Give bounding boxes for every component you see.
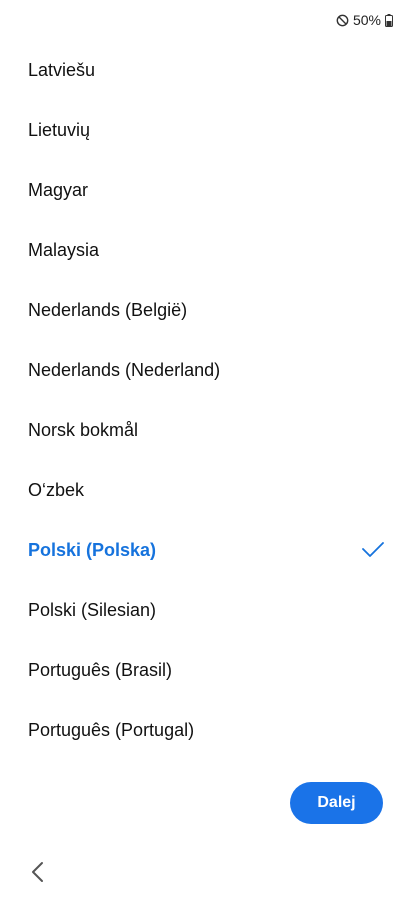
language-label: Nederlands (Nederland) [28,359,221,380]
language-item[interactable]: Magyar [0,160,415,220]
language-item[interactable]: Nederlands (Nederland) [0,340,415,400]
language-item[interactable]: Português (Brasil) [0,640,415,700]
language-label: Norsk bokmål [28,419,139,440]
language-list: Latviešu Lietuvių Magyar Malaysia Nederl… [0,40,415,760]
battery-icon [385,13,393,27]
do-not-disturb-icon [336,14,349,27]
language-item[interactable]: Norsk bokmål [0,400,415,460]
status-bar: 50% [0,0,415,38]
language-item[interactable]: O‘zbek [0,460,415,520]
language-item[interactable]: Português (Portugal) [0,700,415,760]
language-item[interactable]: Polski (Silesian) [0,580,415,640]
status-indicators: 50% [336,12,393,28]
language-label: Português (Brasil) [28,659,173,680]
language-item[interactable]: Malaysia [0,220,415,280]
check-icon [362,542,384,557]
language-label: Nederlands (België) [28,299,188,320]
language-item[interactable]: Latviešu [0,40,415,100]
language-label: Polski (Silesian) [28,599,157,620]
language-label: Lietuvių [28,119,91,140]
language-item[interactable]: Lietuvių [0,100,415,160]
language-label: Latviešu [28,59,96,80]
language-label: O‘zbek [28,479,85,500]
language-label: Polski (Polska) [28,539,157,560]
language-label: Malaysia [28,239,100,260]
battery-percentage: 50% [352,12,381,28]
chevron-left-icon[interactable] [28,860,48,884]
next-button[interactable]: Dalej [290,782,383,824]
language-label: Magyar [28,179,89,200]
language-item-selected[interactable]: Polski (Polska) [0,520,415,580]
language-label: Português (Portugal) [28,719,195,740]
language-item[interactable]: Nederlands (België) [0,280,415,340]
